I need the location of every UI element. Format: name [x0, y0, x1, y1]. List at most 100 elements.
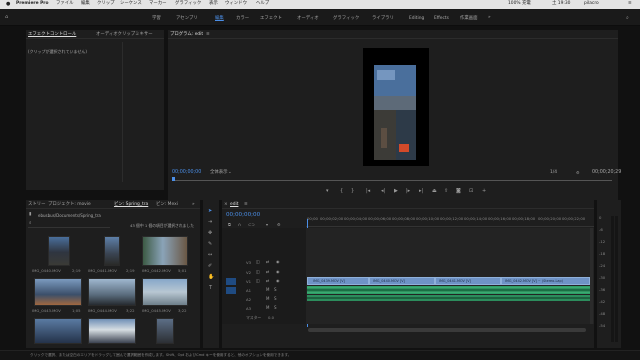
razor-tool-icon[interactable]: ✎ — [208, 242, 212, 247]
tab-bin-mexi[interactable]: ビン: Mexi — [156, 202, 178, 207]
menu-list-icon[interactable]: ≡ — [628, 1, 632, 6]
lock-icon[interactable]: ◫ — [256, 260, 260, 264]
list-item[interactable] — [156, 318, 174, 344]
menu-clip[interactable]: クリップ — [97, 1, 115, 6]
list-item[interactable] — [88, 278, 136, 306]
workspace-effects-en[interactable]: Effects — [434, 16, 449, 21]
menu-view[interactable]: 表示 — [209, 1, 218, 6]
step-forward-icon[interactable]: |▸ — [406, 189, 410, 194]
mute-icon[interactable]: M — [266, 306, 269, 310]
step-back-icon[interactable]: ◂| — [381, 189, 385, 194]
clip[interactable]: IMG_0440.MOV [V] — [369, 277, 435, 285]
menu-marker[interactable]: マーカー — [149, 1, 167, 6]
master-value[interactable]: 0.0 — [268, 316, 274, 320]
go-to-out-icon[interactable]: ▸| — [419, 189, 423, 194]
eye-icon[interactable]: ◉ — [276, 260, 280, 264]
snap-icon[interactable]: ∩ — [238, 223, 241, 227]
tab-audio-clip-mixer[interactable]: オーディオクリップミキサー — [96, 32, 153, 37]
a1-source-patch[interactable] — [226, 287, 236, 294]
wrench-icon[interactable]: ⚙ — [277, 223, 281, 227]
v1-source-patch[interactable] — [226, 278, 236, 285]
horizontal-scrollbar[interactable] — [308, 328, 586, 332]
settings-icon[interactable]: ⚙ — [576, 171, 580, 175]
workspace-learn[interactable]: 学習 — [152, 16, 161, 21]
compare-icon[interactable]: ⊡ — [469, 189, 473, 194]
list-item[interactable] — [142, 236, 188, 266]
tab-bin-spring[interactable]: ビン: Spring_tra — [114, 202, 148, 207]
track-select-tool-icon[interactable]: ⇥ — [208, 220, 212, 225]
playhead-marker[interactable] — [172, 177, 175, 181]
search-icon[interactable]: ⌕ — [626, 16, 629, 21]
slip-tool-icon[interactable]: ↔ — [208, 253, 212, 258]
menu-help[interactable]: ヘルプ — [256, 1, 269, 6]
track-label-v2[interactable]: V2 — [246, 271, 251, 275]
home-icon[interactable]: ⌂ — [5, 15, 8, 20]
panel-more-icon[interactable]: » — [192, 202, 195, 207]
workspace-libraries[interactable]: ライブラリ — [372, 16, 394, 21]
program-title[interactable]: プログラム: edit — [170, 32, 203, 37]
mute-icon[interactable]: M — [266, 288, 269, 292]
track-label-v3[interactable]: V3 — [246, 261, 251, 265]
selection-tool-icon[interactable]: ➤ — [208, 209, 212, 214]
workspace-more-icon[interactable]: » — [488, 15, 491, 20]
lock-icon[interactable]: ◫ — [256, 270, 260, 274]
ripple-edit-tool-icon[interactable]: ✥ — [208, 231, 212, 236]
extract-icon[interactable]: ⇪ — [444, 189, 448, 194]
tab-history[interactable]: ストリー — [28, 202, 46, 207]
clip[interactable]: IMG_0442.MOV [V] ~ (Stereo-Lap) — [501, 277, 590, 285]
workspace-audio[interactable]: オーディオ — [297, 16, 319, 21]
eye-icon[interactable]: ◉ — [276, 279, 280, 283]
track-label-a3[interactable]: A3 — [246, 307, 251, 311]
workspace-assembly[interactable]: アセンブリ — [176, 16, 198, 21]
sync-icon[interactable]: ⇄ — [266, 260, 269, 264]
user-name[interactable]: pilacro — [584, 1, 599, 6]
export-frame-icon[interactable]: ◙ — [456, 189, 461, 194]
time-ruler[interactable]: 00;00 00;00;02;00 00;00;04;00 00;00;06;0… — [306, 215, 594, 227]
timeline-tab[interactable]: edit — [230, 202, 238, 207]
list-item[interactable] — [34, 318, 82, 344]
track-label-v1[interactable]: V1 — [246, 280, 251, 284]
menu-sequence[interactable]: シーケンス — [120, 1, 142, 6]
workspace-custom[interactable]: 作業画面 — [460, 16, 478, 21]
clip[interactable]: IMG_0441.MOV [V] — [435, 277, 501, 285]
zoom-dropdown-icon[interactable]: ⌄ — [228, 170, 232, 175]
lock-icon[interactable]: ◫ — [256, 279, 260, 283]
menu-graphic[interactable]: グラフィック — [175, 1, 201, 6]
add-button-icon[interactable]: + — [482, 189, 486, 194]
search-icon-project[interactable]: ⌕ — [29, 221, 32, 227]
resolution-select[interactable]: 1/4 — [550, 170, 557, 175]
list-item[interactable] — [142, 278, 188, 306]
search-input[interactable] — [28, 222, 110, 228]
tab-project[interactable]: プロジェクト: movie — [48, 202, 91, 207]
mark-out-icon[interactable]: } — [351, 189, 354, 194]
workspace-effects[interactable]: エフェクト — [260, 16, 282, 21]
sync-icon[interactable]: ⇄ — [266, 279, 269, 283]
workspace-edit[interactable]: 編集 — [215, 16, 224, 21]
timeline-timecode[interactable]: 00;00;00;00 — [226, 212, 260, 219]
add-marker-icon[interactable]: ▾ — [326, 189, 329, 194]
track-label-a2[interactable]: A2 — [246, 298, 251, 302]
program-timecode[interactable]: 00;00;00;00 — [172, 170, 201, 176]
add-marker-timeline-icon[interactable]: ▾ — [266, 223, 268, 227]
timeline-menu-icon[interactable]: ≡ — [244, 202, 248, 207]
workspace-editing[interactable]: Editing — [409, 16, 424, 21]
vertical-scrollbar[interactable] — [590, 228, 593, 324]
pen-tool-icon[interactable]: ✐ — [208, 264, 212, 269]
program-menu-icon[interactable]: ≡ — [206, 32, 210, 37]
track-area[interactable]: IMG_0439.MOV [V] IMG_0440.MOV [V] IMG_04… — [306, 228, 594, 324]
eye-icon[interactable]: ◉ — [276, 270, 280, 274]
apple-icon[interactable]: ● — [6, 2, 10, 7]
lift-icon[interactable]: ⏏ — [432, 189, 437, 194]
workspace-graphics[interactable]: グラフィック — [333, 16, 359, 21]
list-item[interactable] — [104, 236, 120, 266]
playhead-bar[interactable] — [172, 180, 612, 181]
go-to-in-icon[interactable]: |◂ — [366, 189, 370, 194]
sync-icon[interactable]: ⇄ — [266, 270, 269, 274]
linked-selection-icon[interactable]: ⊂⊃ — [248, 223, 255, 227]
hand-tool-icon[interactable]: ✋ — [208, 275, 214, 280]
menu-file[interactable]: ファイル — [56, 1, 74, 6]
list-item[interactable] — [88, 318, 136, 344]
app-menu[interactable]: Premiere Pro — [16, 1, 49, 6]
track-label-a1[interactable]: A1 — [246, 289, 251, 293]
type-tool-icon[interactable]: T — [209, 286, 212, 291]
